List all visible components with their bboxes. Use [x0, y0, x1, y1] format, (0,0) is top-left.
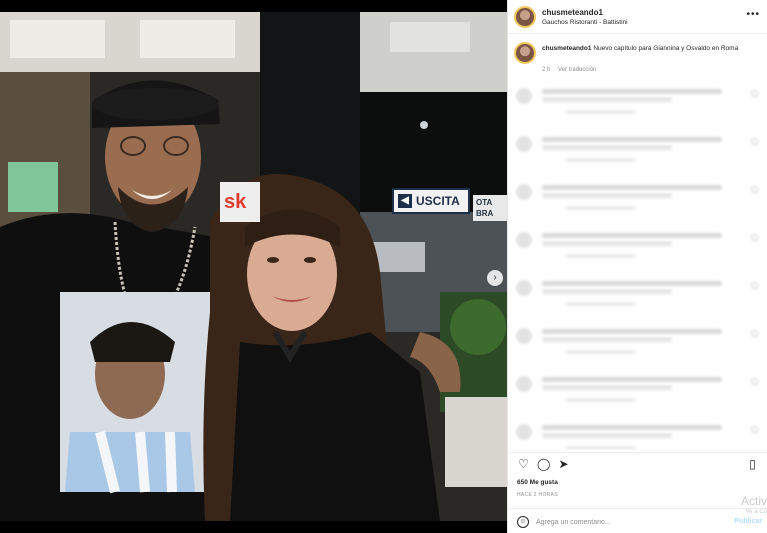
caption-age: 2 h — [542, 67, 551, 73]
hotel-sign: OTA BRA — [473, 195, 507, 221]
carousel-next-button[interactable]: › — [487, 270, 503, 286]
post-time: HACE 2 HORAS — [517, 492, 558, 498]
share-icon[interactable]: ➤ — [557, 458, 570, 471]
avatar[interactable] — [514, 42, 536, 64]
exit-sign-label: USCITA — [416, 194, 460, 208]
store-sign: sk — [220, 182, 260, 222]
list-item — [508, 180, 767, 228]
likes-count[interactable]: 650 Me gusta — [517, 479, 558, 486]
comments-list[interactable] — [508, 84, 767, 450]
list-item — [508, 132, 767, 180]
publish-button[interactable]: Publicar — [734, 518, 762, 525]
list-item — [508, 84, 767, 132]
post-side-panel: chusmeteando1 Gauchos Ristoranti - Batti… — [507, 0, 767, 533]
heart-icon[interactable] — [751, 234, 758, 241]
heart-icon[interactable] — [751, 330, 758, 337]
comment-icon[interactable]: ◯ — [537, 458, 550, 471]
heart-icon[interactable] — [751, 426, 758, 433]
caption-text: chusmeteando1 Nuevo capítulo para Gianni… — [542, 44, 762, 53]
list-item — [508, 420, 767, 450]
list-item — [508, 228, 767, 276]
heart-icon[interactable] — [751, 282, 758, 289]
post-photo[interactable]: sk ◀ USCITA OTA BRA › — [0, 12, 507, 521]
list-item — [508, 372, 767, 420]
add-comment-bar: ☺ Publicar — [508, 508, 767, 533]
location-link[interactable]: Gauchos Ristoranti - Battistini — [542, 19, 628, 26]
watermark-line-1: Activ — [740, 494, 767, 508]
post-header: chusmeteando1 Gauchos Ristoranti - Batti… — [508, 0, 767, 34]
emoji-icon[interactable]: ☺ — [517, 516, 529, 528]
exit-sign: ◀ USCITA — [392, 188, 470, 214]
heart-icon[interactable] — [751, 90, 758, 97]
list-item — [508, 324, 767, 372]
heart-icon[interactable] — [751, 186, 758, 193]
caption-meta: 2 h Ver traducción — [542, 67, 596, 73]
heart-icon[interactable] — [751, 378, 758, 385]
arrow-left-icon: ◀ — [398, 194, 412, 208]
more-horizontal-icon[interactable]: ••• — [746, 9, 760, 20]
action-bar: ♡ ◯ ➤ ▯ — [508, 452, 767, 474]
caption-username[interactable]: chusmeteando1 — [542, 45, 592, 52]
photo-illustration — [0, 12, 507, 521]
comment-input[interactable] — [536, 516, 696, 528]
avatar[interactable] — [514, 6, 536, 28]
caption-body: Nuevo capítulo para Giannina y Osvaldo e… — [593, 45, 739, 52]
list-item — [508, 276, 767, 324]
header-username[interactable]: chusmeteando1 — [542, 8, 603, 17]
translation-link[interactable]: Ver traducción — [558, 67, 596, 73]
heart-icon[interactable] — [751, 138, 758, 145]
heart-icon[interactable]: ♡ — [517, 458, 530, 471]
bookmark-icon[interactable]: ▯ — [746, 458, 759, 471]
